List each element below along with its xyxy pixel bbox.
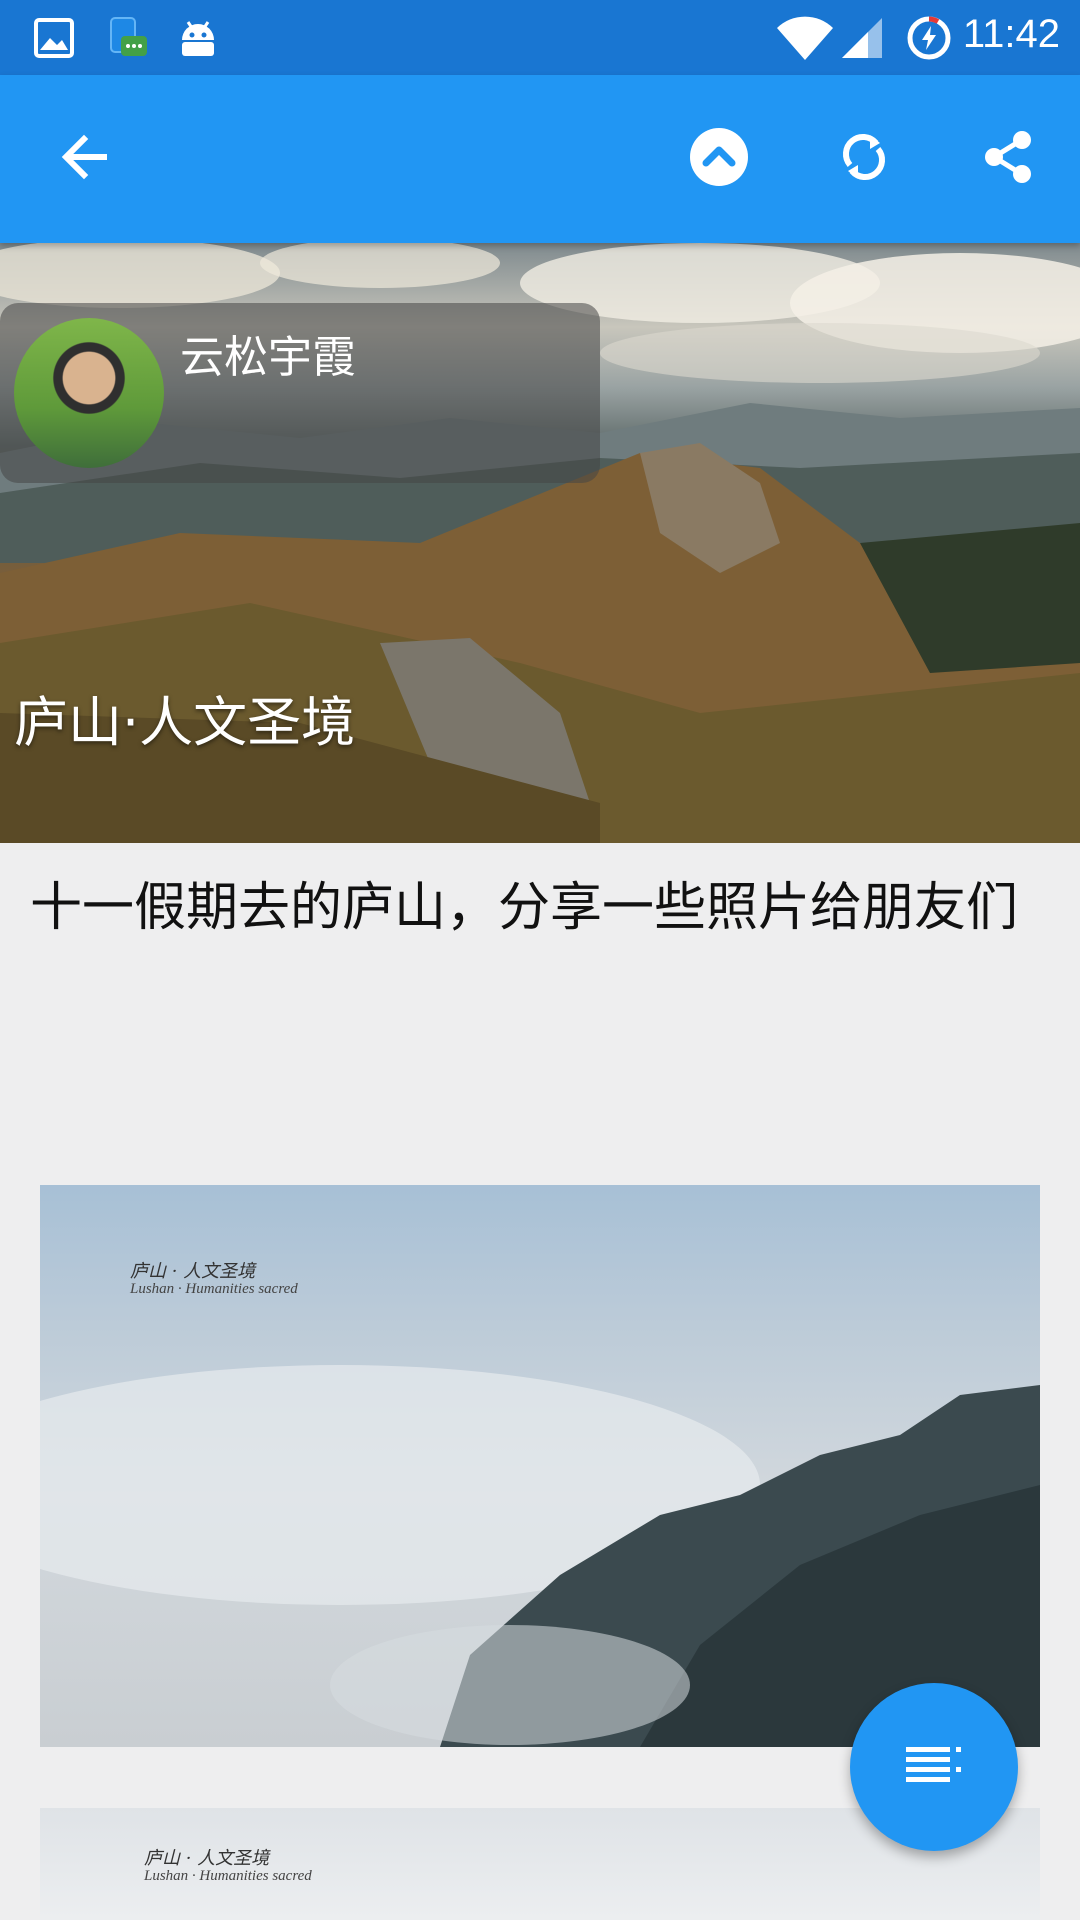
refresh-button[interactable] (822, 117, 906, 201)
share-icon (980, 129, 1036, 189)
watermark-en: Lushan · Humanities sacred (144, 1868, 312, 1884)
status-bar: 11:42 (0, 0, 1080, 75)
android-icon (174, 14, 222, 62)
back-button[interactable] (42, 117, 126, 201)
watermark-en: Lushan · Humanities sacred (130, 1281, 298, 1297)
list-menu-icon (904, 1745, 964, 1789)
battery-charging-icon (905, 14, 953, 62)
watermark-cn: 庐山 · 人文圣境 (144, 1848, 270, 1869)
share-button[interactable] (966, 117, 1050, 201)
watermark-cn: 庐山 · 人文圣境 (130, 1261, 256, 1282)
hero-title: 庐山·人文圣境 (14, 691, 356, 754)
list-menu-button[interactable] (850, 1683, 1018, 1851)
app-toolbar (0, 75, 1080, 243)
author-card[interactable]: 云松宇霞 (0, 303, 600, 483)
arrow-left-icon (56, 129, 112, 189)
post-photo[interactable]: 庐山 · 人文圣境 Lushan · Humanities sacred (40, 1185, 1040, 1747)
post-title: 十一假期去的庐山，分享一些照片给朋友们 (30, 878, 1019, 938)
refresh-icon (836, 129, 892, 189)
author-name: 云松宇霞 (180, 332, 356, 383)
scroll-top-icon (689, 127, 749, 191)
hero-banner: 云松宇霞 庐山·人文圣境 (0, 243, 1080, 843)
avatar[interactable] (14, 318, 164, 468)
image-icon (30, 14, 78, 62)
scroll-top-button[interactable] (677, 117, 761, 201)
messenger-icon (105, 14, 153, 62)
wifi-icon (775, 14, 835, 62)
signal-icon (838, 14, 886, 62)
status-time: 11:42 (962, 12, 1060, 56)
